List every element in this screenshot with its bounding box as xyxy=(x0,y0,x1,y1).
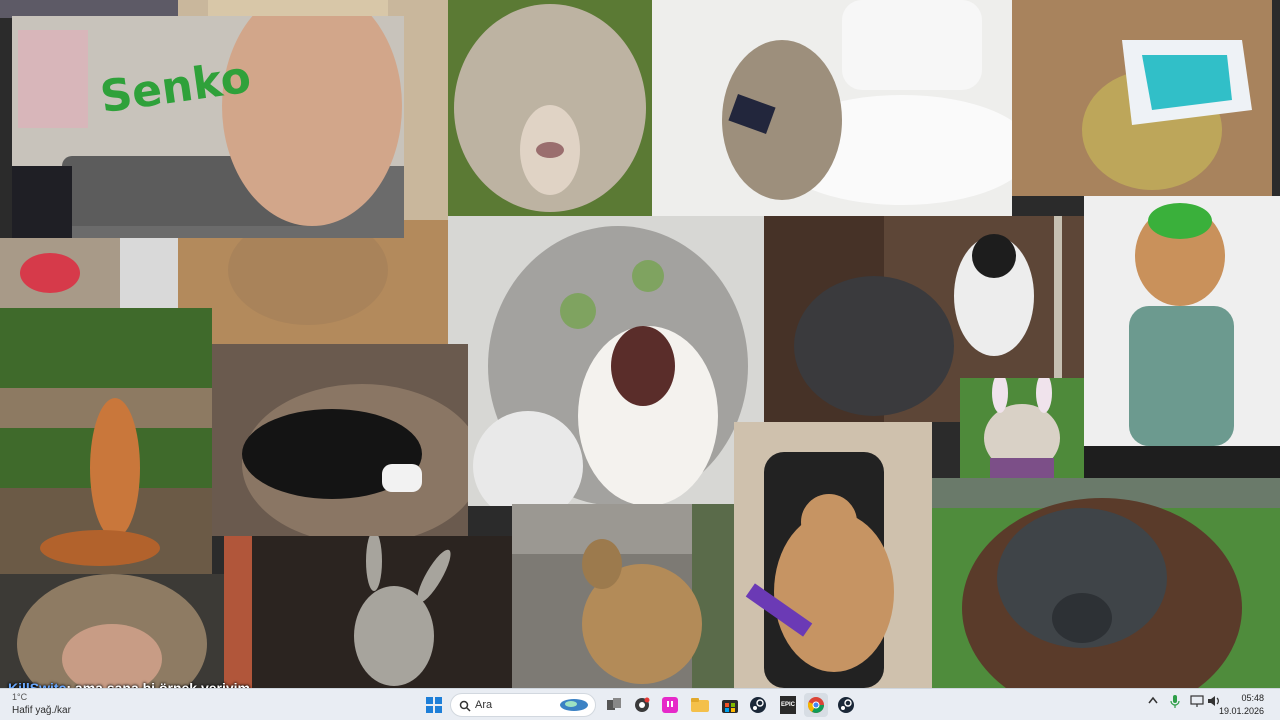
search-input[interactable]: Ara xyxy=(450,693,596,717)
photo-black-dog-with-controller xyxy=(212,344,468,536)
photo-orangutan xyxy=(932,478,1280,688)
weather-widget[interactable]: 1°C Hafif yağ./kar xyxy=(12,691,71,717)
tray-overflow-chevron[interactable] xyxy=(1148,695,1158,707)
microphone-icon xyxy=(1170,695,1180,708)
clock[interactable]: 05:48 19.01.2026 xyxy=(1219,692,1264,718)
chevron-up-icon xyxy=(1148,696,1158,704)
photo-cat-in-green-hat xyxy=(1084,196,1280,478)
photo-donkey xyxy=(224,536,512,688)
windows-icon xyxy=(426,697,442,713)
search-placeholder: Ara xyxy=(475,699,493,711)
photo-dogs-on-street xyxy=(512,504,734,688)
microphone-tray[interactable] xyxy=(1170,695,1180,712)
start-button[interactable] xyxy=(422,693,446,717)
clock-date: 19.01.2026 xyxy=(1218,706,1264,716)
chrome-icon xyxy=(808,697,824,713)
taskbar-app-steam-2[interactable] xyxy=(834,693,858,717)
task-view-icon xyxy=(607,698,621,710)
photo-cat-on-toilet-with-phone xyxy=(652,0,1012,216)
taskbar-app-steam[interactable] xyxy=(746,693,770,717)
photo-squirrel-arms-up xyxy=(0,308,212,574)
steam-icon xyxy=(838,697,854,713)
network-icon xyxy=(1190,695,1204,707)
photo-cat-gaming-headset xyxy=(734,422,932,688)
folder-icon xyxy=(691,698,709,712)
photo-frog-in-dirt xyxy=(1012,0,1272,196)
photo-left-edge xyxy=(0,238,178,308)
photo-monkey xyxy=(0,574,224,688)
webcam-feed xyxy=(12,16,404,238)
weather-temp: 1°C xyxy=(12,692,28,702)
search-highlight-icon xyxy=(560,699,588,711)
taskbar-app-chrome[interactable] xyxy=(804,693,828,717)
twitch-icon xyxy=(662,697,678,713)
taskbar-app-twitch[interactable] xyxy=(658,693,682,717)
photo-curly-sheep xyxy=(448,0,652,216)
search-icon xyxy=(459,700,471,712)
taskbar: 1°C Hafif yağ./kar Ara EPIC 05:48 19.01.… xyxy=(0,688,1280,720)
taskbar-app-epic-games[interactable]: EPIC xyxy=(776,693,800,717)
epic-games-icon: EPIC xyxy=(780,696,796,714)
taskbar-app-obs[interactable] xyxy=(630,693,654,717)
steam-icon xyxy=(750,697,766,713)
taskbar-app-file-explorer[interactable] xyxy=(688,693,712,717)
store-icon xyxy=(722,700,738,713)
photo-shocked-cat xyxy=(448,216,764,506)
taskbar-app-store[interactable] xyxy=(718,693,742,717)
network-tray[interactable] xyxy=(1190,695,1204,710)
obs-icon xyxy=(635,697,650,712)
clock-time: 05:48 xyxy=(1241,693,1264,703)
weather-desc: Hafif yağ./kar xyxy=(12,705,71,716)
photo-bulldog-bunny-ears xyxy=(960,378,1084,478)
task-view-button[interactable] xyxy=(602,693,626,717)
